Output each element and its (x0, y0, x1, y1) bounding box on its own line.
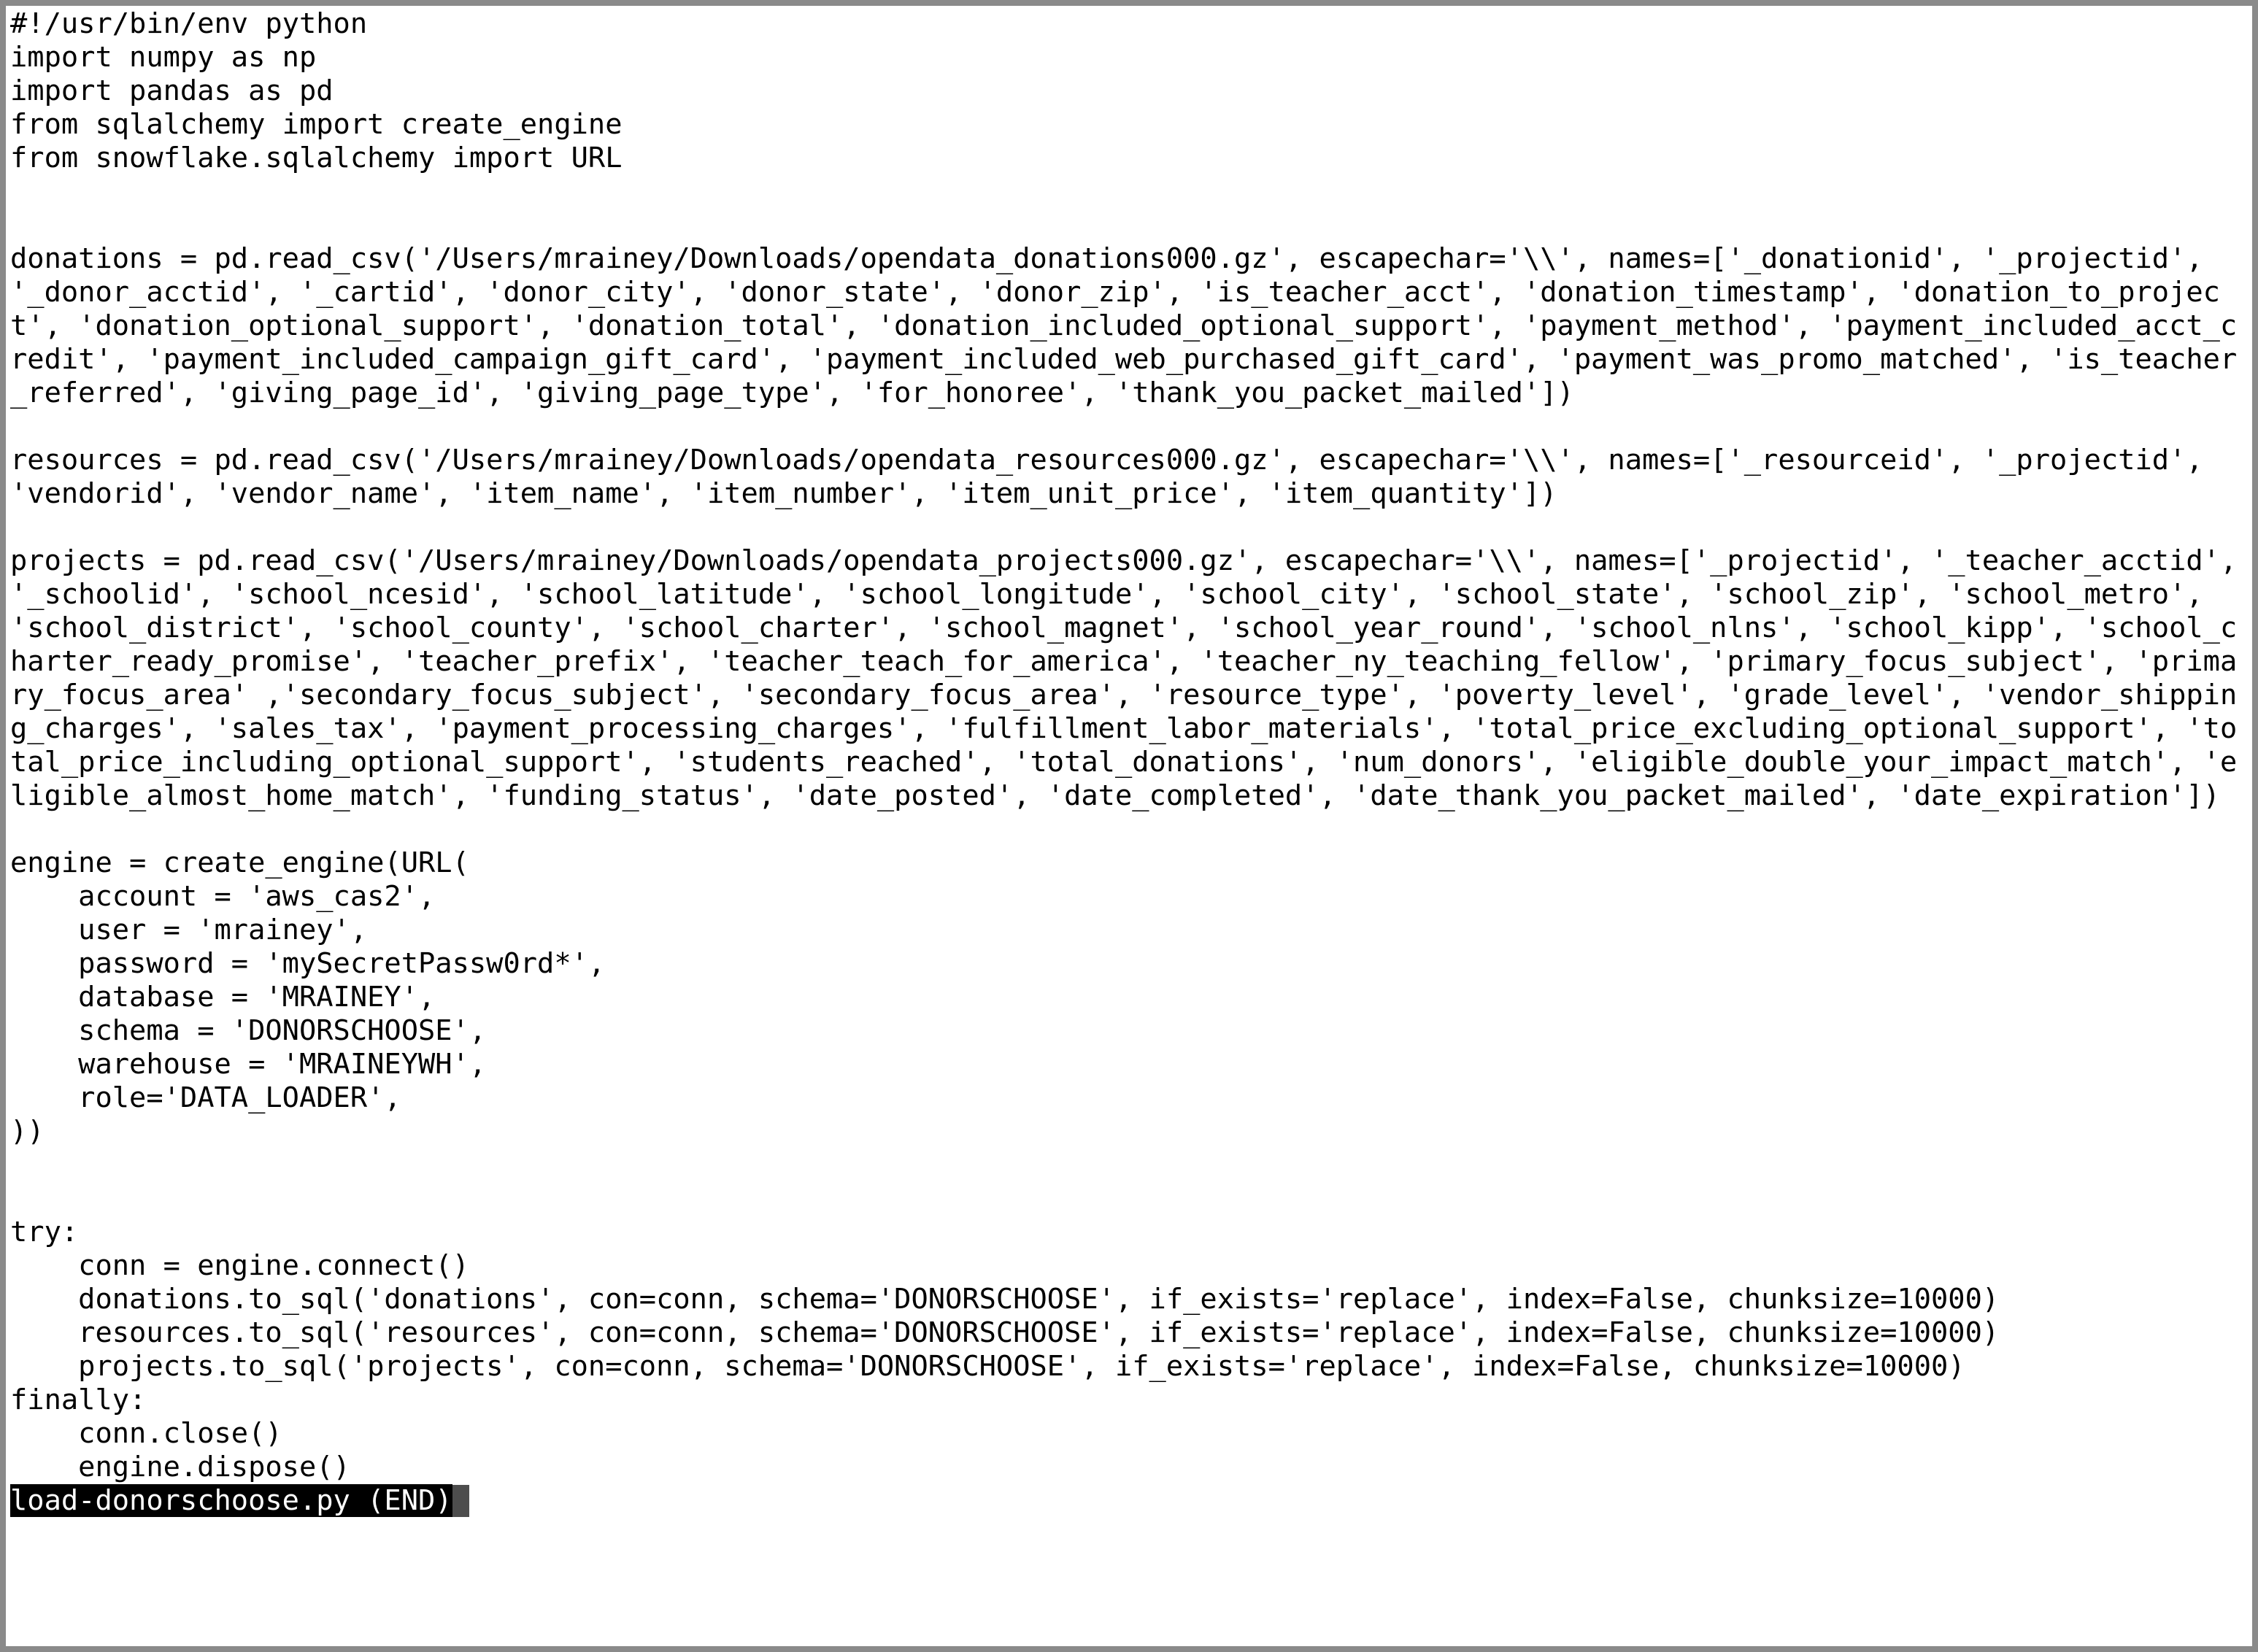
code-block[interactable]: #!/usr/bin/env python import numpy as np… (10, 7, 2248, 1484)
pager-filename: load-donorschoose.py (10, 1484, 350, 1517)
pager-status-text: load-donorschoose.py (END) (10, 1484, 452, 1517)
terminal-pager-frame: #!/usr/bin/env python import numpy as np… (0, 0, 2258, 1652)
pager-status-line: load-donorschoose.py (END) (10, 1484, 2248, 1518)
terminal-cursor (452, 1485, 469, 1517)
pager-end-marker: (END) (367, 1484, 452, 1517)
